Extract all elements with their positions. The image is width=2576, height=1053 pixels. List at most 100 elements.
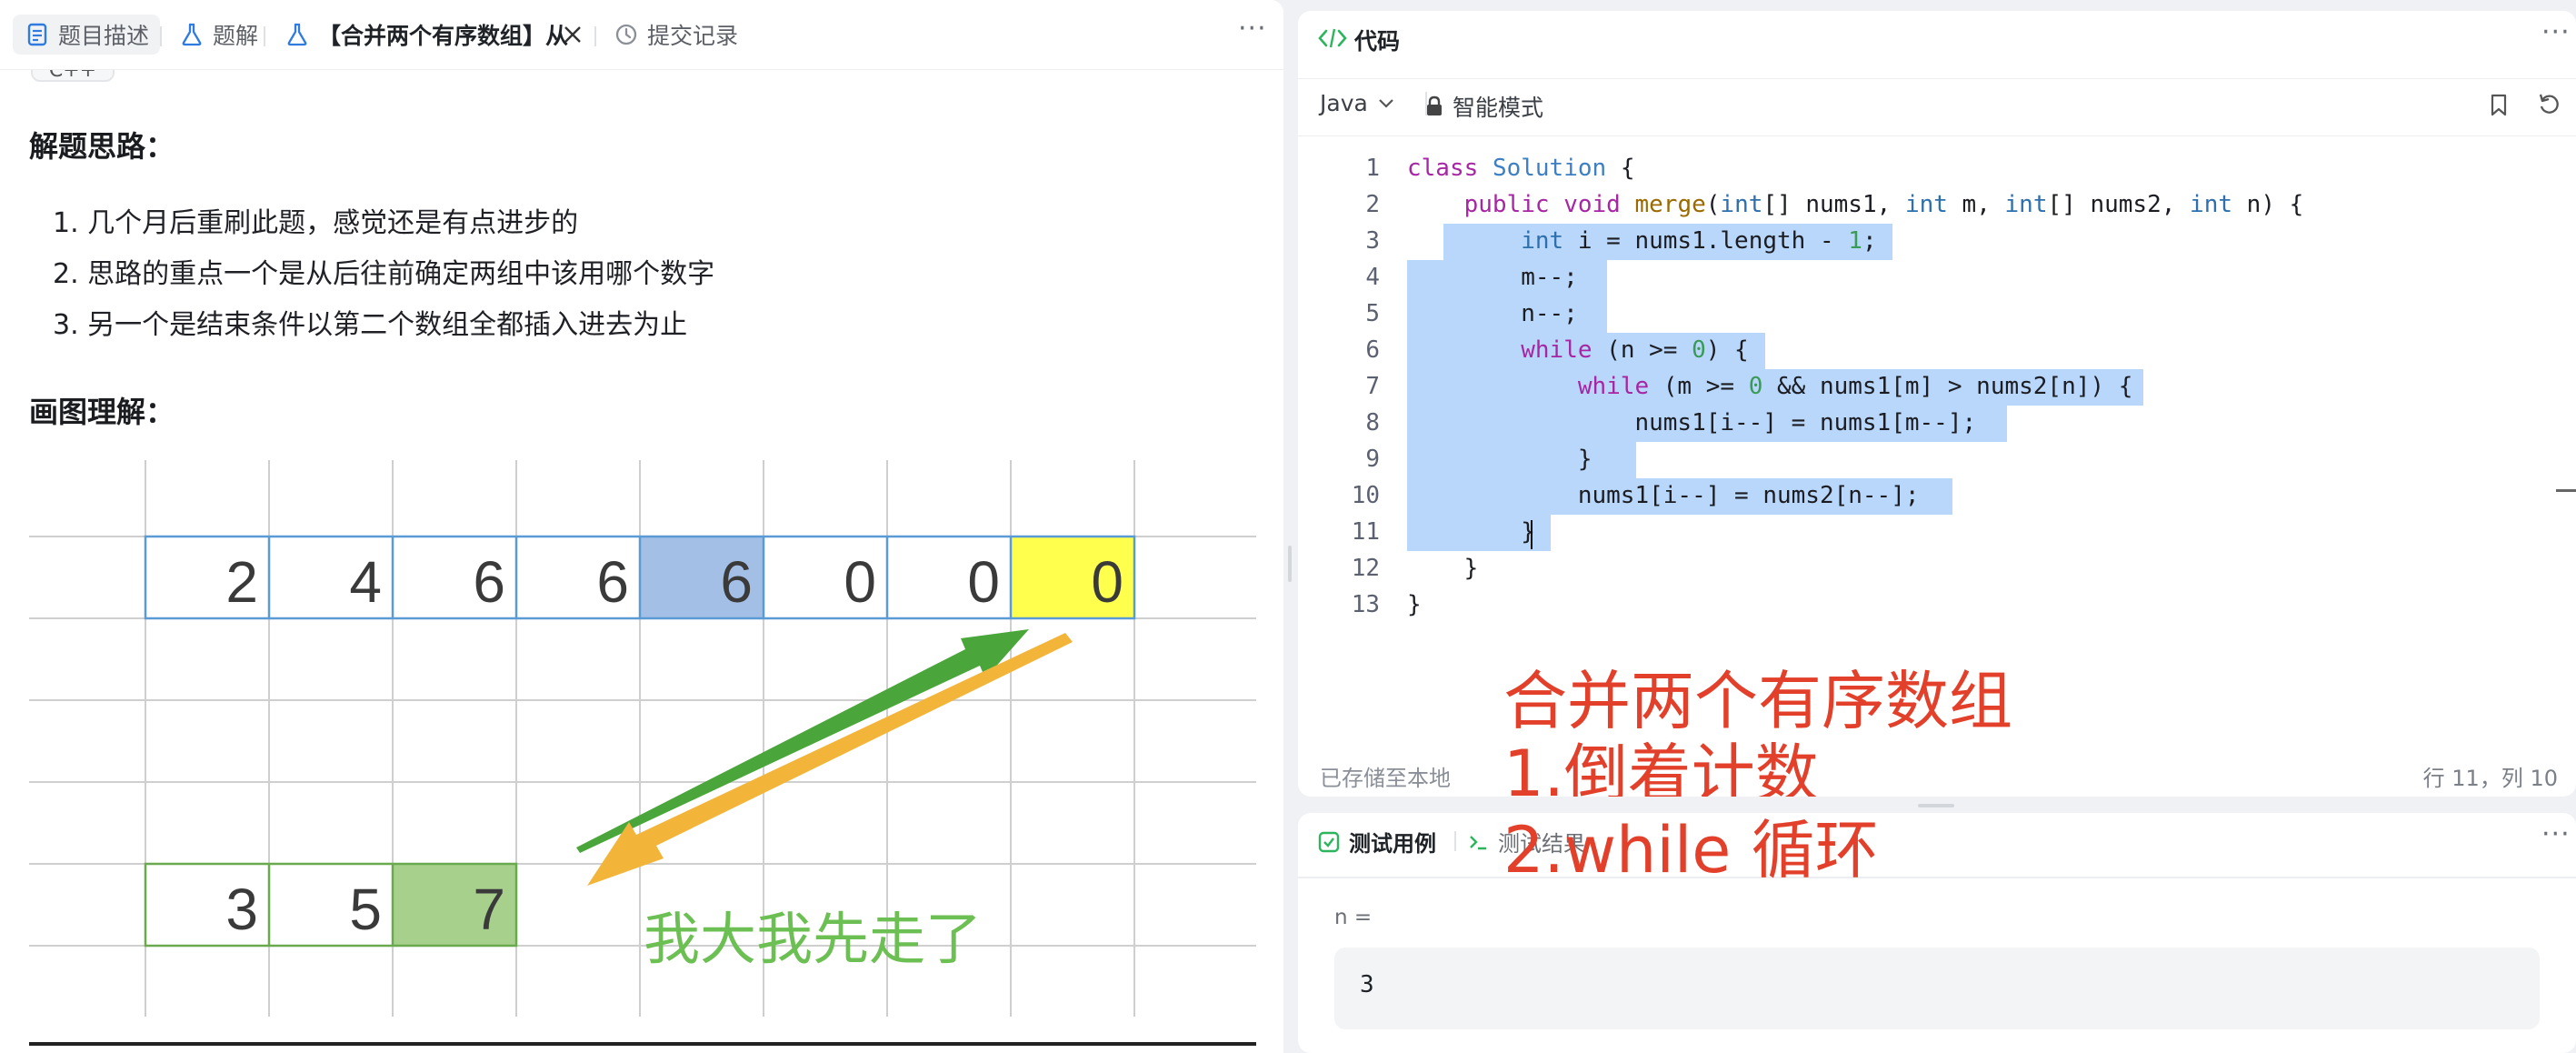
code-panel-title: 代码	[1354, 28, 1401, 55]
line-number: 6	[1365, 336, 1380, 364]
left-tab-bar: 题目描述 题解 【合并两个有序数组】从 提交记录 ···	[0, 0, 1283, 70]
line-number: 10	[1351, 482, 1380, 509]
code-line: }	[1407, 446, 1593, 473]
orange-arrow	[587, 633, 1073, 886]
code-line: }	[1407, 555, 1479, 582]
row1-value: 6	[720, 549, 753, 615]
document-icon	[24, 21, 51, 48]
code-line: while (n >= 0) {	[1521, 336, 1749, 364]
row1-value: 4	[349, 549, 382, 615]
history-icon	[613, 21, 640, 48]
tab-description-label: 题目描述	[58, 23, 150, 49]
reset-icon[interactable]	[2538, 92, 2561, 119]
diagram-heading: 画图理解：	[29, 395, 175, 429]
annotation-point-2: 2.while 循环	[1503, 813, 1879, 888]
row1-value: 6	[473, 549, 505, 615]
field-label-n: n =	[1334, 906, 1373, 929]
text-cursor	[1531, 520, 1533, 549]
terminal-icon	[1467, 831, 1489, 853]
scroll-marker	[2556, 489, 2576, 492]
row2-value: 3	[225, 877, 258, 942]
diagram-caption: 我大我先走了	[644, 906, 982, 972]
save-status: 已存储至本地	[1320, 766, 1451, 791]
row2-value: 7	[473, 877, 505, 942]
more-options-icon[interactable]: ···	[2541, 818, 2571, 850]
input-field-n-value: 3	[1360, 971, 1374, 998]
more-options-icon[interactable]: ···	[2541, 16, 2571, 48]
code-line: nums1[i--] = nums2[n--];	[1407, 482, 1920, 509]
chevron-down-icon	[1377, 97, 1395, 110]
code-panel: 代码 ··· Java 智能模式 1 2 3 4 5 6 7 8 9 10 11…	[1298, 11, 2576, 797]
tab-divider	[594, 26, 596, 46]
tab-solution[interactable]: 题解	[167, 15, 269, 55]
row2-value: 5	[349, 877, 382, 942]
test-panel-header: 测试用例 测试结果 ···	[1298, 813, 2576, 867]
code-editor[interactable]: 1 2 3 4 5 6 7 8 9 10 11 12 13 class Solu…	[1298, 138, 2576, 738]
row1-value: 0	[967, 549, 1000, 615]
approach-point-3: 3. 另一个是结束条件以第二个数组全都插入进去为止	[53, 309, 688, 341]
input-field-n[interactable]: 3	[1334, 948, 2540, 1029]
line-number: 4	[1365, 264, 1380, 291]
tab-submissions-label: 提交记录	[647, 23, 739, 49]
tab-divider	[160, 26, 162, 46]
tab-submissions[interactable]: 提交记录	[602, 15, 749, 55]
row1-value: 6	[596, 549, 629, 615]
language-select[interactable]: Java	[1320, 90, 1395, 116]
merge-diagram: 2 4 6 6 6 0 0 0 3 5 7 我大我先走了	[29, 460, 1256, 1017]
code-line: m--;	[1407, 264, 1578, 291]
line-number: 11	[1351, 518, 1380, 546]
language-select-value: Java	[1320, 90, 1368, 116]
test-panel: 测试用例 测试结果 ··· n = 3 2.while 循环	[1298, 813, 2576, 1053]
line-number: 8	[1365, 409, 1380, 436]
approach-point-2: 2. 思路的重点一个是从后往前确定两组中该用哪个数字	[53, 258, 715, 290]
tab-solution-article[interactable]: 【合并两个有序数组】从	[273, 15, 579, 55]
line-number: 2	[1365, 191, 1380, 218]
code-line: public void merge(int[] nums1, int m, in…	[1463, 191, 2304, 218]
tab-description[interactable]: 题目描述	[13, 15, 161, 55]
tab-test-cases-label: 测试用例	[1349, 831, 1436, 857]
cursor-position: 行 11，列 10	[2422, 766, 2558, 791]
approach-point-1: 1. 几个月后重刷此题，感觉还是有点进步的	[53, 207, 579, 239]
code-line: class Solution {	[1407, 155, 1635, 182]
image-bottom-border	[29, 1042, 1256, 1046]
code-line: }	[1407, 518, 1535, 546]
tab-test-cases[interactable]: 测试用例	[1318, 826, 1436, 857]
line-number: 3	[1365, 227, 1380, 255]
line-number: 5	[1365, 300, 1380, 327]
vertical-resize-handle[interactable]	[1288, 546, 1292, 582]
lock-icon	[1425, 95, 1443, 117]
horizontal-resize-handle[interactable]	[1918, 804, 1954, 807]
header-divider	[1298, 877, 2576, 878]
code-line: n--;	[1407, 300, 1578, 327]
code-toolbar: Java 智能模式	[1298, 78, 2576, 136]
line-number: 13	[1351, 591, 1380, 618]
smart-mode-toggle[interactable]: 智能模式	[1425, 90, 1543, 123]
checkbox-icon	[1318, 831, 1340, 853]
more-options-icon[interactable]: ···	[1238, 13, 1267, 45]
line-number: 9	[1365, 446, 1380, 473]
smart-mode-label: 智能模式	[1453, 95, 1544, 121]
approach-heading: 解题思路：	[29, 129, 175, 164]
row2-cells	[144, 862, 518, 948]
code-icon	[1318, 25, 1347, 55]
green-arrow	[576, 629, 1029, 853]
code-panel-header: 代码 ···	[1298, 11, 2576, 65]
editor-status-bar: 已存储至本地 行 11，列 10	[1298, 742, 2576, 797]
tab-divider	[264, 26, 265, 46]
code-line: while (m >= 0 && nums1[m] > nums2[n]) {	[1577, 373, 2133, 400]
line-number: 7	[1365, 373, 1380, 400]
line-number: 12	[1351, 555, 1380, 582]
line-number: 1	[1365, 155, 1380, 182]
problem-panel: 题目描述 题解 【合并两个有序数组】从 提交记录 ··· C++ 解题思路： 1…	[0, 0, 1283, 1053]
code-line: nums1[i--] = nums1[m--];	[1407, 409, 1977, 436]
code-line: int i = nums1.length - 1;	[1521, 227, 1877, 255]
tab-solution-label: 题解	[213, 23, 259, 49]
bookmark-icon[interactable]	[2489, 94, 2509, 121]
row1-value: 0	[844, 549, 876, 615]
tab-article-label: 【合并两个有序数组】从	[318, 23, 569, 49]
flask-icon	[284, 21, 311, 48]
row1-value: 2	[225, 549, 258, 615]
close-icon[interactable]	[556, 18, 589, 51]
flask-icon	[178, 21, 205, 48]
annotation-title: 合并两个有序数组	[1503, 664, 2012, 738]
